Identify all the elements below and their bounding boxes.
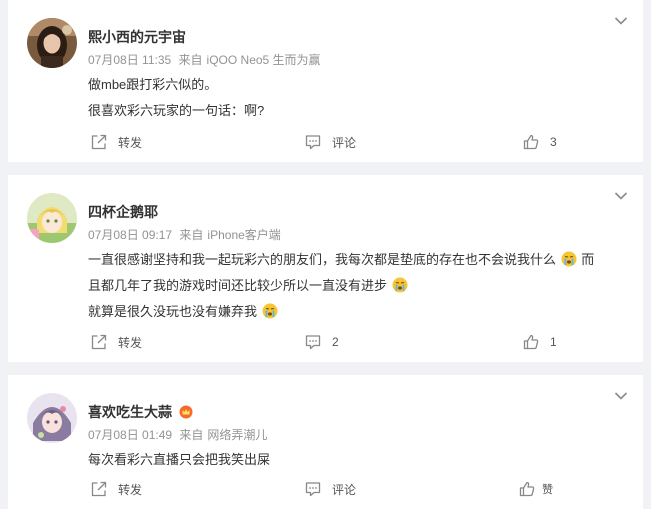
comment-meta: 07月08日 09:17 来自 iPhone客户端 [88,226,285,243]
comment-source[interactable]: 网络弄潮儿 [207,428,267,442]
crying-emoji-icon [561,251,577,267]
comment-line: 很喜欢彩六玩家的一句话：啊? [88,103,265,118]
crown-badge-icon [179,405,193,419]
source-prefix: 来自 [178,53,203,67]
like-button[interactable]: 赞 [518,479,553,499]
like-label: 赞 [542,484,553,496]
comment-date: 07月08日 09:17 [88,228,173,242]
username[interactable]: 四杯企鹅耶 [88,202,158,222]
comment-source[interactable]: iQOO Neo5 生而为赢 [207,53,321,67]
username-text: 喜欢吃生大蒜 [88,404,172,420]
comment-icon [305,482,321,497]
comment-actions: 转发 评论 赞 [8,469,643,509]
like-count: 1 [550,335,557,349]
chevron-down-icon[interactable] [614,16,628,26]
comment-date: 07月08日 11:35 [88,53,172,67]
comment-line-text: 就算是很久没玩也没有嫌弃我 [88,304,258,319]
comment-source[interactable]: iPhone客户端 [207,228,280,242]
comment-button[interactable]: 2 [304,332,339,352]
comment-icon [305,335,321,350]
forward-label: 转发 [118,135,143,150]
comment-card: 熙小西的元宇宙 07月08日 11:35 来自 iQOO Neo5 生而为赢 做m… [8,0,643,162]
comment-line: 一直很感谢坚持和我一起玩彩六的朋友们，我每次都是垫底的存在也不会说我什么 而 [88,247,633,273]
comment-icon [305,135,321,150]
thumbs-up-icon [523,334,539,350]
like-button[interactable]: 1 [522,332,557,352]
forward-button[interactable]: 转发 [90,332,142,352]
source-prefix: 来自 [179,428,204,442]
comment-actions: 转发 评论 3 [8,122,643,162]
forward-icon [91,334,107,350]
comment-card: 喜欢吃生大蒜 07月08日 01:49 来自 网络弄潮儿 每次看彩六直播只会把我笑… [8,375,643,509]
comment-actions: 转发 2 1 [8,322,643,362]
thumbs-up-icon [519,481,535,497]
comment-text: 一直很感谢坚持和我一起玩彩六的朋友们，我每次都是垫底的存在也不会说我什么 而 且… [88,247,633,325]
thumbs-up-icon [523,134,539,150]
chevron-down-icon[interactable] [614,391,628,401]
comment-count: 2 [332,335,339,349]
like-count: 3 [550,135,557,149]
avatar[interactable] [27,393,77,443]
comment-button[interactable]: 评论 [304,479,356,499]
forward-button[interactable]: 转发 [90,479,142,499]
comment-button[interactable]: 评论 [304,132,356,152]
comment-card: 四杯企鹅耶 07月08日 09:17 来自 iPhone客户端 一直很感谢坚持和我… [8,175,643,362]
comment-line-text: 一直很感谢坚持和我一起玩彩六的朋友们，我每次都是垫底的存在也不会说我什么 [88,252,557,267]
like-button[interactable]: 3 [522,132,557,152]
comment-label: 评论 [332,482,357,497]
username[interactable]: 喜欢吃生大蒜 [88,402,193,422]
avatar[interactable] [27,18,77,68]
forward-label: 转发 [118,335,143,350]
username[interactable]: 熙小西的元宇宙 [88,27,186,47]
comment-line-text: 而 [581,252,595,267]
crying-emoji-icon [392,277,408,293]
comment-line: 做mbe跟打彩六似的。 [88,77,218,92]
crying-emoji-icon [262,303,278,319]
comment-text: 做mbe跟打彩六似的。 很喜欢彩六玩家的一句话：啊? [88,72,633,124]
comment-meta: 07月08日 01:49 来自 网络弄潮儿 [88,426,271,443]
comment-line-text: 且都几年了我的游戏时间还比较少所以一直没有进步 [88,278,388,293]
comment-label: 评论 [332,135,357,150]
avatar[interactable] [27,193,77,243]
forward-icon [91,481,107,497]
source-prefix: 来自 [179,228,204,242]
comment-line: 且都几年了我的游戏时间还比较少所以一直没有进步 [88,273,633,299]
chevron-down-icon[interactable] [614,191,628,201]
forward-button[interactable]: 转发 [90,132,142,152]
comment-date: 07月08日 01:49 [88,428,173,442]
comment-meta: 07月08日 11:35 来自 iQOO Neo5 生而为赢 [88,51,325,68]
forward-icon [91,134,107,150]
forward-label: 转发 [118,482,143,497]
